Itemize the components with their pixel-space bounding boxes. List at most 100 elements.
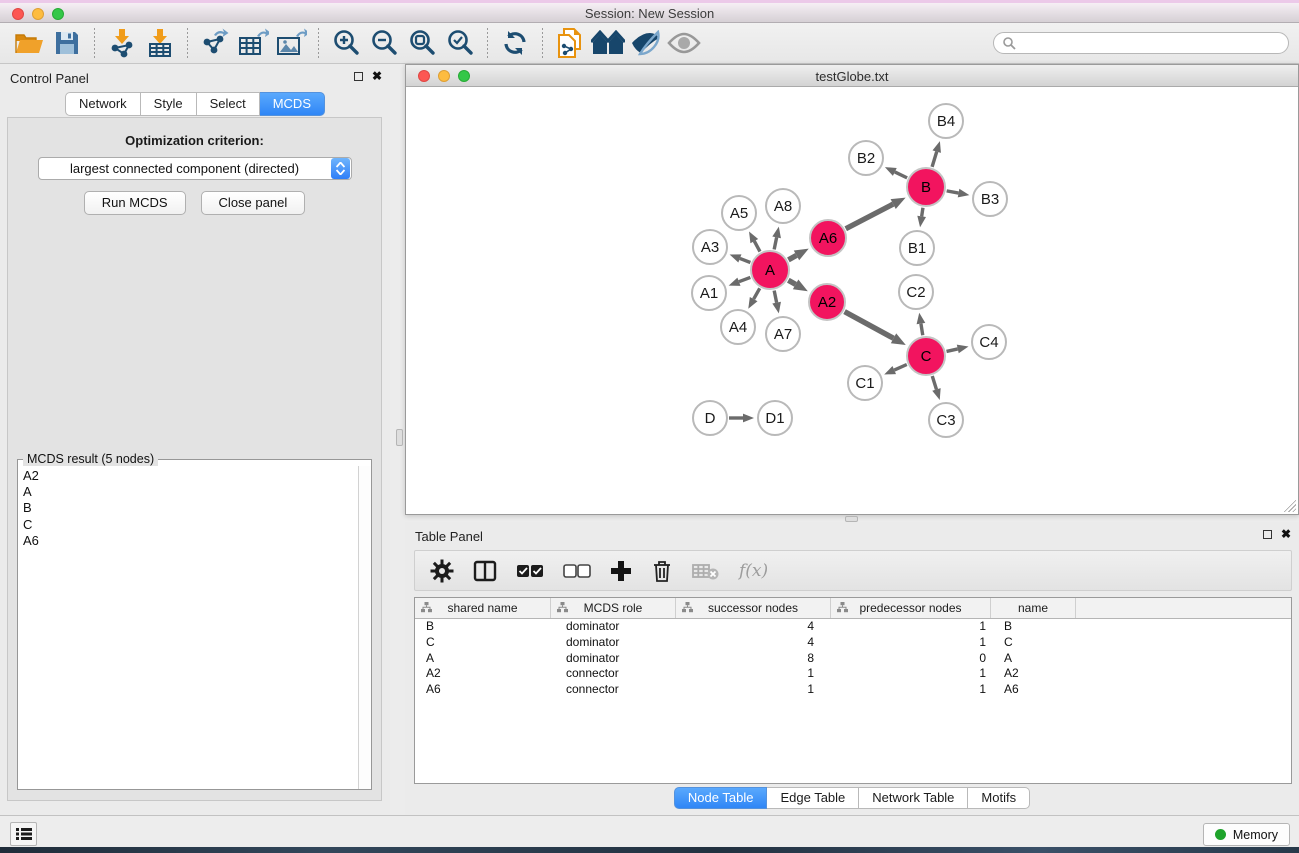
tab-select[interactable]: Select — [197, 92, 260, 116]
network-node-c[interactable]: C — [906, 336, 946, 376]
network-node-c4[interactable]: C4 — [971, 324, 1007, 360]
import-network-icon[interactable] — [103, 26, 141, 60]
network-node-b4[interactable]: B4 — [928, 103, 964, 139]
run-mcds-button[interactable]: Run MCDS — [84, 191, 186, 215]
memory-button[interactable]: Memory — [1203, 823, 1290, 846]
tab-edge-table[interactable]: Edge Table — [767, 787, 859, 809]
dropdown-stepper-icon — [331, 158, 350, 179]
network-node-a7[interactable]: A7 — [765, 316, 801, 352]
optimization-criterion-label: Optimization criterion: — [8, 133, 381, 148]
search-input[interactable] — [1020, 36, 1280, 50]
task-history-button[interactable] — [10, 822, 37, 846]
vertical-divider-handle[interactable] — [396, 429, 403, 446]
table-row[interactable]: A2connector11A2 — [415, 666, 1291, 682]
network-window: testGlobe.txt B4 B2 B B3 B1 A5A8A6 A3 A A1 A2 C2 A4… — [405, 64, 1299, 515]
criterion-dropdown[interactable]: largest connected component (directed) — [38, 157, 352, 180]
column-header-shared-name[interactable]: shared name — [415, 598, 551, 618]
houses-icon[interactable] — [589, 26, 627, 60]
table-cell: B — [415, 619, 551, 635]
column-header-successor-nodes[interactable]: successor nodes — [676, 598, 831, 618]
network-node-c2[interactable]: C2 — [898, 274, 934, 310]
network-node-a6[interactable]: A6 — [809, 219, 847, 257]
tab-style[interactable]: Style — [141, 92, 197, 116]
network-canvas[interactable]: B4 B2 B B3 B1 A5A8A6 A3 A A1 A2 C2 A4A7 C4 C C1 C3 D D1 — [406, 87, 1298, 514]
network-node-c3[interactable]: C3 — [928, 402, 964, 438]
memory-label: Memory — [1233, 828, 1278, 842]
table-row[interactable]: Adominator80A — [415, 651, 1291, 667]
search-field[interactable] — [993, 32, 1289, 54]
deselect-all-icon[interactable] — [563, 564, 591, 578]
app-titlebar: Session: New Session — [0, 0, 1299, 23]
mcds-result-list: A2ABCA6 — [19, 468, 357, 788]
desktop-background — [0, 847, 1299, 853]
tab-motifs[interactable]: Motifs — [968, 787, 1030, 809]
zoom-selected-icon[interactable] — [441, 26, 479, 60]
table-row[interactable]: A6connector11A6 — [415, 682, 1291, 698]
add-column-icon[interactable] — [610, 560, 632, 582]
graphics-details-icon[interactable] — [627, 26, 665, 60]
export-image-icon[interactable] — [272, 26, 310, 60]
table-panel-title: Table Panel — [415, 529, 483, 544]
table-cell: A6 — [415, 682, 551, 698]
network-node-a[interactable]: A — [750, 250, 790, 290]
zoom-in-icon[interactable] — [327, 26, 365, 60]
network-node-d[interactable]: D — [692, 400, 728, 436]
zoom-out-icon[interactable] — [365, 26, 403, 60]
network-node-a1[interactable]: A1 — [691, 275, 727, 311]
table-cell: A — [991, 651, 1076, 667]
new-network-from-selection-icon[interactable] — [551, 26, 589, 60]
table-cell: connector — [551, 666, 676, 682]
column-header-mcds-role[interactable]: MCDS role — [551, 598, 676, 618]
table-cell: dominator — [551, 651, 676, 667]
result-scrollbar[interactable] — [358, 466, 371, 789]
open-session-icon[interactable] — [10, 26, 48, 60]
network-node-a3[interactable]: A3 — [692, 229, 728, 265]
float-panel-icon[interactable] — [354, 72, 363, 81]
zoom-fit-icon[interactable] — [403, 26, 441, 60]
save-session-icon[interactable] — [48, 26, 86, 60]
show-column-icon[interactable] — [473, 559, 497, 583]
network-node-b[interactable]: B — [906, 167, 946, 207]
table-cell: A — [415, 651, 551, 667]
table-cell: 0 — [831, 651, 991, 667]
toolbar-separator — [187, 28, 188, 58]
close-panel-button[interactable]: Close panel — [201, 191, 306, 215]
network-node-b2[interactable]: B2 — [848, 140, 884, 176]
network-node-a2[interactable]: A2 — [808, 283, 846, 321]
tab-network-table[interactable]: Network Table — [859, 787, 968, 809]
mcds-result-item[interactable]: A2 — [19, 468, 357, 484]
delete-column-icon[interactable] — [651, 559, 673, 583]
table-row[interactable]: Cdominator41C — [415, 635, 1291, 651]
network-node-c1[interactable]: C1 — [847, 365, 883, 401]
tab-network[interactable]: Network — [65, 92, 141, 116]
refresh-icon[interactable] — [496, 26, 534, 60]
close-table-panel-icon[interactable]: ✖ — [1281, 529, 1291, 539]
close-panel-icon[interactable]: ✖ — [372, 71, 382, 81]
network-node-b1[interactable]: B1 — [899, 230, 935, 266]
toolbar-separator — [318, 28, 319, 58]
float-table-panel-icon[interactable] — [1263, 530, 1272, 539]
mcds-result-item[interactable]: B — [19, 500, 357, 516]
network-node-b3[interactable]: B3 — [972, 181, 1008, 217]
network-node-a4[interactable]: A4 — [720, 309, 756, 345]
mcds-result-item[interactable]: A — [19, 484, 357, 500]
select-all-icon[interactable] — [516, 564, 544, 578]
network-window-titlebar[interactable]: testGlobe.txt — [406, 65, 1298, 87]
mcds-result-item[interactable]: C — [19, 517, 357, 533]
tab-mcds[interactable]: MCDS — [260, 92, 325, 116]
table-panel-tabs: Node TableEdge TableNetwork TableMotifs — [405, 787, 1299, 809]
network-node-d1[interactable]: D1 — [757, 400, 793, 436]
column-header-predecessor-nodes[interactable]: predecessor nodes — [831, 598, 991, 618]
table-cell: dominator — [551, 635, 676, 651]
export-table-icon[interactable] — [234, 26, 272, 60]
table-row[interactable]: Bdominator41B — [415, 619, 1291, 635]
network-node-a8[interactable]: A8 — [765, 188, 801, 224]
network-node-a5[interactable]: A5 — [721, 195, 757, 231]
import-table-icon[interactable] — [141, 26, 179, 60]
table-cell: 1 — [676, 682, 831, 698]
mcds-result-item[interactable]: A6 — [19, 533, 357, 549]
export-network-icon[interactable] — [196, 26, 234, 60]
column-header-name[interactable]: name — [991, 598, 1076, 618]
tab-node-table[interactable]: Node Table — [674, 787, 768, 809]
table-settings-gear-icon[interactable] — [430, 559, 454, 583]
